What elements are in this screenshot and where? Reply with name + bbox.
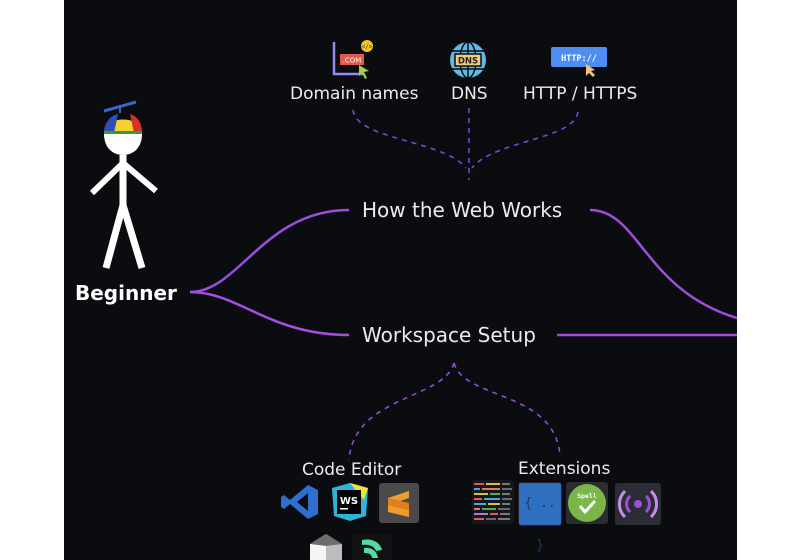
spell-check-extension-icon: Spell: [566, 482, 608, 524]
how-the-web-works-node[interactable]: How the Web Works: [362, 198, 562, 222]
webstorm-icon: WS: [332, 483, 368, 521]
brackets-extension-icon: { .. }: [518, 482, 562, 553]
domain-names-label: Domain names: [290, 84, 419, 104]
code-editor-label: Code Editor: [302, 460, 402, 480]
prism-editor-icon: [310, 534, 342, 560]
sublime-text-icon: [379, 483, 419, 523]
mindmap-canvas: Beginner .COM </> DNS HTTP:// Domain nam…: [64, 0, 737, 560]
dashed-workspace-to-extensions: [453, 362, 561, 456]
http-https-label: HTTP / HTTPS: [523, 84, 638, 104]
domain-com-icon: .COM </>: [332, 40, 373, 79]
dns-globe-icon: DNS: [450, 41, 486, 79]
live-server-extension-icon: [615, 483, 661, 525]
beginner-label: Beginner: [75, 281, 177, 305]
dashed-http-to-web: [471, 111, 579, 169]
connector-web-out: [589, 208, 737, 320]
extensions-label: Extensions: [518, 459, 611, 479]
dns-label: DNS: [451, 84, 488, 104]
brackets-text: { .. }: [524, 496, 556, 553]
fleet-editor-icon: [352, 534, 392, 560]
connector-beginner-to-web: [189, 208, 350, 294]
svg-text:DNS: DNS: [458, 57, 478, 67]
svg-text:WS: WS: [340, 496, 358, 507]
beginner-stick-figure: [89, 100, 158, 270]
workspace-setup-node[interactable]: Workspace Setup: [362, 323, 536, 347]
http-badge-icon: HTTP://: [551, 47, 607, 77]
svg-text:Spell: Spell: [577, 492, 597, 500]
dashed-workspace-to-editor: [348, 362, 455, 461]
connector-beginner-to-workspace: [189, 290, 350, 337]
svg-text:</>: </>: [362, 44, 373, 51]
vscode-icon: [281, 485, 318, 519]
svg-text:HTTP://: HTTP://: [561, 54, 597, 64]
code-lines-extension-icon: [472, 480, 514, 524]
svg-text:.COM: .COM: [343, 57, 362, 65]
dashed-domain-to-web: [352, 109, 467, 169]
